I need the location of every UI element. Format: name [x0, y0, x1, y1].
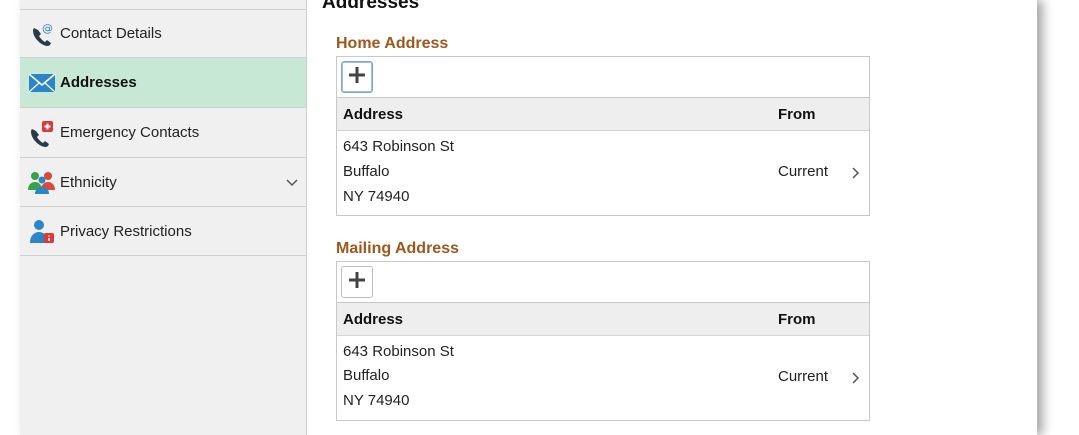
grid-header: Address From [337, 303, 869, 336]
table-row[interactable]: 643 Robinson St Buffalo NY 74940 Current [337, 131, 869, 215]
from-value: Current [778, 163, 829, 180]
sidebar-item-label: Ethnicity [60, 173, 117, 191]
chevron-right-icon[interactable] [849, 165, 863, 181]
sidebar-item-label: Addresses [60, 74, 137, 91]
sidebar-item-label: Contact Details [60, 25, 162, 42]
user-lock-icon [28, 217, 56, 245]
address-line-3: NY 74940 [343, 392, 410, 409]
svg-text:@: @ [42, 22, 53, 35]
address-line-2: Buffalo [343, 163, 390, 180]
envelope-icon [28, 69, 56, 97]
column-header-from: From [778, 311, 816, 328]
section-title-home-address: Home Address [336, 35, 449, 52]
sidebar-item-ethnicity[interactable]: Ethnicity [20, 158, 306, 207]
add-mailing-address-button[interactable] [341, 266, 373, 298]
people-group-icon [28, 168, 56, 196]
column-header-address: Address [343, 311, 404, 328]
mailing-address-grid: Address From 643 Robinson St Buffalo NY … [336, 303, 870, 421]
table-row[interactable]: 643 Robinson St Buffalo NY 74940 Current [337, 336, 869, 420]
address-line-1: 643 Robinson St [343, 343, 454, 360]
plus-icon [348, 271, 366, 294]
home-address-toolbar [336, 56, 870, 98]
plus-icon [348, 66, 366, 89]
address-line-3: NY 74940 [343, 188, 410, 205]
section-title-mailing-address: Mailing Address [336, 240, 459, 257]
chevron-down-icon[interactable] [284, 174, 300, 190]
chevron-right-icon[interactable] [849, 370, 863, 386]
grid-header: Address From [337, 98, 869, 131]
sidebar-item-label: Emergency Contacts [60, 124, 200, 141]
sidebar-nav: @ Contact Details Addresses Emergency Co… [20, 0, 307, 435]
home-address-grid: Address From 643 Robinson St Buffalo NY … [336, 98, 870, 216]
column-header-from: From [778, 106, 816, 123]
address-line-1: 643 Robinson St [343, 138, 454, 155]
mailing-address-toolbar [336, 261, 870, 303]
page-shell: @ Contact Details Addresses Emergency Co… [20, 0, 1037, 435]
sidebar-item-label: Privacy Restrictions [60, 222, 192, 240]
sidebar-item-privacy-restrictions[interactable]: Privacy Restrictions [20, 207, 306, 256]
page-title: Addresses [322, 0, 420, 13]
column-header-address: Address [343, 106, 404, 123]
main-content: Addresses Home Address Address From 643 … [320, 0, 1037, 435]
emergency-phone-icon [28, 119, 56, 147]
sidebar-item-addresses[interactable]: Addresses [20, 58, 306, 108]
sidebar-item-emergency-contacts[interactable]: Emergency Contacts [20, 108, 306, 158]
phone-at-icon: @ [28, 20, 56, 48]
from-value: Current [778, 368, 829, 385]
sidebar-item-contact-details[interactable]: @ Contact Details [20, 10, 306, 58]
address-line-2: Buffalo [343, 367, 390, 384]
add-home-address-button[interactable] [341, 61, 373, 93]
